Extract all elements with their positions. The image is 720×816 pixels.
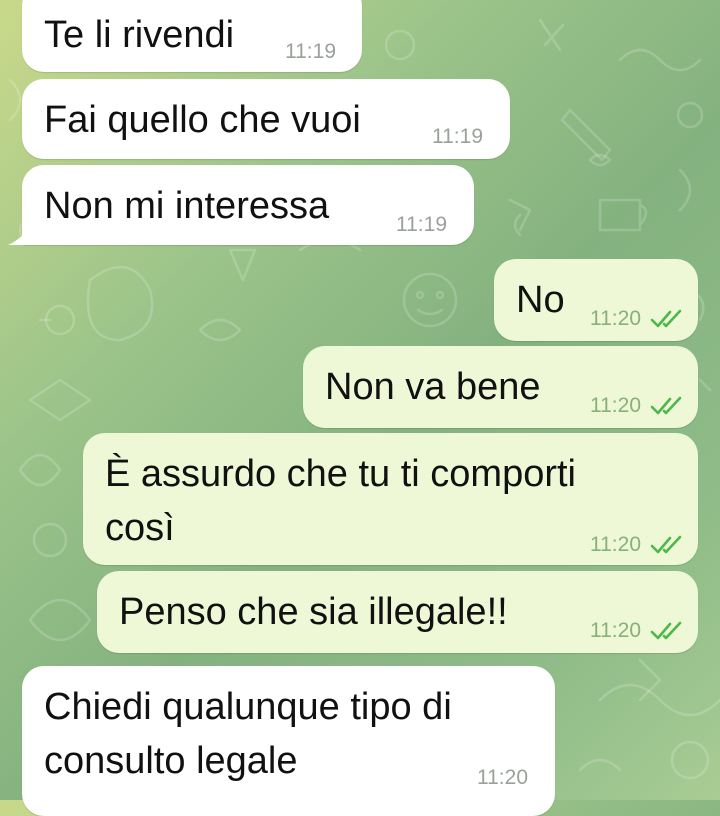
double-check-icon [650, 535, 682, 554]
message-time: 11:19 [432, 125, 483, 148]
incoming-message[interactable]: Te li rivendi 11:19 [22, 0, 362, 72]
incoming-message[interactable]: Chiedi qualunque tipo di consulto legale… [22, 666, 555, 816]
message-text-line: È assurdo che tu ti comporti [105, 453, 576, 495]
message-text-line: così [105, 507, 175, 549]
message-time: 11:19 [396, 213, 447, 236]
message-text: No [516, 279, 565, 321]
message-text: Non mi interessa [44, 185, 330, 227]
outgoing-message[interactable]: È assurdo che tu ti comporti così 11:20 [83, 433, 698, 565]
outgoing-message[interactable]: Non va bene 11:20 [303, 346, 698, 428]
double-check-icon [650, 396, 682, 415]
message-text: Penso che sia illegale!! [119, 591, 508, 633]
message-time: 11:20 [477, 766, 528, 789]
message-text-line: Chiedi qualunque tipo di [44, 686, 452, 728]
double-check-icon [650, 621, 682, 640]
message-text: Fai quello che vuoi [44, 99, 361, 141]
message-time: 11:20 [590, 307, 641, 330]
message-time: 11:20 [590, 533, 641, 556]
message-time: 11:20 [590, 619, 641, 642]
message-text: Non va bene [325, 366, 541, 408]
bubble-tail [8, 225, 30, 245]
message-text: Te li rivendi [44, 14, 235, 56]
message-text-line: consulto legale [44, 740, 298, 782]
incoming-message[interactable]: Non mi interessa 11:19 [22, 165, 474, 245]
outgoing-message[interactable]: Penso che sia illegale!! 11:20 [97, 571, 698, 653]
message-time: 11:20 [590, 394, 641, 417]
double-check-icon [650, 309, 682, 328]
incoming-message[interactable]: Fai quello che vuoi 11:19 [22, 79, 510, 159]
message-time: 11:19 [285, 40, 336, 63]
outgoing-message[interactable]: No 11:20 [494, 259, 698, 341]
